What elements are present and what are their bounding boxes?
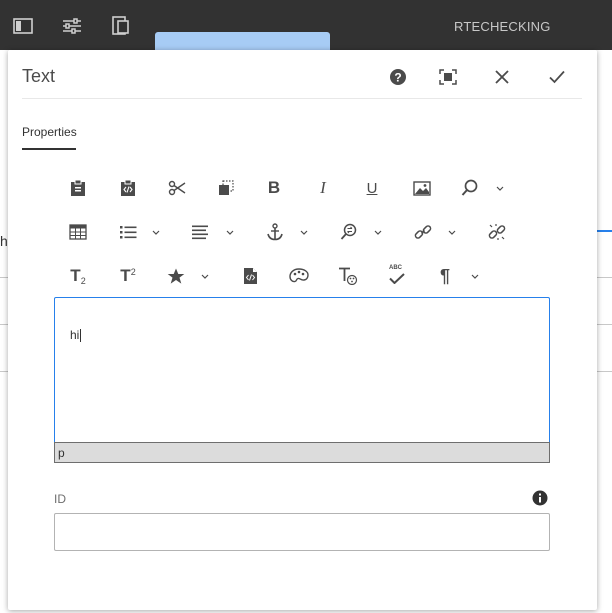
superscript-icon[interactable]: T2 bbox=[117, 265, 139, 287]
sidebar-toggle-icon[interactable] bbox=[12, 15, 34, 37]
close-icon[interactable] bbox=[491, 66, 513, 88]
editor-text: hi bbox=[70, 328, 80, 342]
help-icon[interactable]: ? bbox=[387, 66, 409, 88]
paste-html-icon[interactable] bbox=[117, 177, 139, 199]
paragraph-dropdown-icon[interactable] bbox=[471, 272, 479, 280]
background-text: h bbox=[0, 233, 8, 249]
paragraph-icon[interactable]: ¶ bbox=[434, 265, 456, 287]
tab-selected-indicator bbox=[22, 148, 76, 150]
italic-icon[interactable]: I bbox=[312, 177, 334, 199]
subscript-main: T bbox=[70, 266, 81, 285]
source-edit-icon[interactable] bbox=[239, 265, 261, 287]
underline-icon[interactable]: U bbox=[361, 177, 383, 199]
emulator-icon[interactable] bbox=[110, 15, 132, 37]
tab-properties[interactable]: Properties bbox=[22, 125, 77, 139]
header-divider bbox=[22, 98, 582, 99]
find-replace-icon[interactable] bbox=[338, 221, 360, 243]
cut-icon[interactable] bbox=[166, 177, 188, 199]
special-chars-dropdown-icon[interactable] bbox=[201, 272, 209, 280]
properties-icon[interactable] bbox=[61, 15, 83, 37]
copy-icon[interactable] bbox=[215, 177, 237, 199]
anchor-icon[interactable] bbox=[264, 221, 286, 243]
link-dropdown-icon[interactable] bbox=[448, 228, 456, 236]
find-icon[interactable] bbox=[459, 177, 481, 199]
done-icon[interactable] bbox=[546, 66, 568, 88]
element-path[interactable]: p bbox=[58, 446, 65, 460]
id-label: ID bbox=[54, 492, 66, 506]
special-chars-icon[interactable] bbox=[165, 265, 187, 287]
list-icon[interactable] bbox=[117, 221, 139, 243]
anchor-dropdown-icon[interactable] bbox=[300, 228, 308, 236]
rich-text-editor[interactable]: hi bbox=[54, 297, 550, 443]
svg-text:?: ? bbox=[394, 71, 401, 85]
unlink-icon[interactable] bbox=[486, 221, 508, 243]
background-accent-line bbox=[597, 230, 612, 232]
subscript-icon[interactable]: T2 bbox=[67, 265, 89, 287]
paraformat-icon[interactable] bbox=[337, 265, 359, 287]
find-replace-dropdown-icon[interactable] bbox=[374, 228, 382, 236]
dialog-title: Text bbox=[22, 66, 56, 86]
editor-content[interactable]: hi bbox=[70, 328, 82, 343]
subscript-mark: 2 bbox=[80, 276, 86, 286]
superscript-main: T bbox=[120, 266, 131, 285]
justify-dropdown-icon[interactable] bbox=[226, 228, 234, 236]
info-icon[interactable] bbox=[532, 490, 548, 506]
justify-icon[interactable] bbox=[189, 221, 211, 243]
text-cursor bbox=[80, 329, 82, 343]
spellcheck-label: ABC bbox=[389, 265, 402, 271]
spellcheck-icon[interactable]: ABC bbox=[386, 265, 408, 287]
bold-icon[interactable]: B bbox=[263, 177, 285, 199]
list-dropdown-icon[interactable] bbox=[152, 228, 160, 236]
superscript-mark: 2 bbox=[130, 267, 136, 277]
text-dialog: Text ? Properties B I U T 2 T 2 ABC ¶ hi… bbox=[8, 50, 597, 610]
styles-icon[interactable] bbox=[288, 265, 310, 287]
fullscreen-icon[interactable] bbox=[437, 66, 459, 88]
table-icon[interactable] bbox=[67, 221, 89, 243]
page-title: RTECHECKING bbox=[454, 19, 551, 34]
find-dropdown-icon[interactable] bbox=[496, 184, 504, 192]
image-icon[interactable] bbox=[411, 177, 433, 199]
editor-status-bar: p bbox=[54, 442, 550, 463]
paste-icon[interactable] bbox=[67, 177, 89, 199]
link-icon[interactable] bbox=[412, 221, 434, 243]
id-input[interactable] bbox=[54, 513, 550, 551]
